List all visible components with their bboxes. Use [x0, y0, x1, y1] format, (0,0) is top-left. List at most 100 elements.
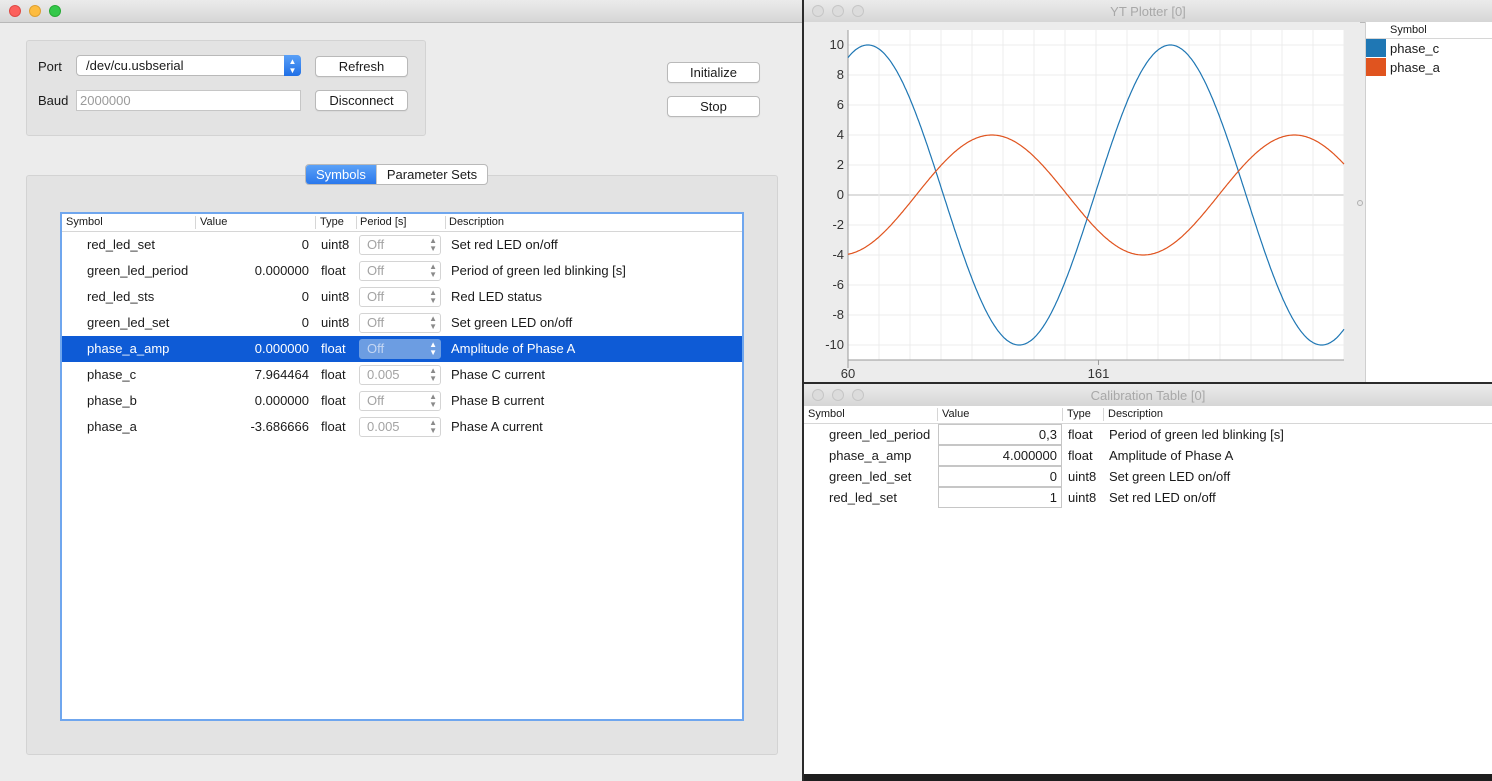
splitter-handle[interactable]	[1357, 200, 1363, 206]
line-chart: 10 8 6 4 2 0 -2 -4 -6 -8 -10 60 161	[825, 30, 1345, 381]
value-input[interactable]: 1	[938, 487, 1062, 508]
period-value: Off	[367, 237, 385, 252]
tab-bar: Symbols Parameter Sets	[305, 164, 489, 185]
port-select-value: /dev/cu.usbserial	[86, 58, 184, 73]
symbol-cell: phase_a_amp	[87, 341, 170, 356]
symbol-cell: red_led_sts	[87, 289, 155, 304]
period-value: Off	[367, 263, 385, 278]
x-tick-label: 161	[1088, 366, 1110, 381]
table-row[interactable]: red_led_sts 0 uint8 Off ▲ ▼ Red LED status	[62, 284, 742, 310]
port-select[interactable]: /dev/cu.usbserial ▲ ▼	[76, 55, 301, 76]
stepper-arrows-icon[interactable]: ▲ ▼	[429, 237, 437, 253]
calibration-row[interactable]: green_led_set 0 uint8 Set green LED on/off	[804, 466, 1492, 487]
column-header-type[interactable]: Type	[1067, 408, 1091, 420]
description-cell: Phase A current	[451, 419, 543, 434]
tab-symbols[interactable]: Symbols	[306, 165, 377, 184]
stepper-arrows-icon[interactable]: ▲ ▼	[429, 263, 437, 279]
close-button[interactable]	[9, 5, 21, 17]
column-separator	[445, 216, 446, 229]
symbols-table[interactable]: Symbol Value Type Period [s] Description…	[60, 212, 744, 721]
value-cell: 0.000000	[254, 393, 309, 408]
legend-item-phase-c[interactable]: phase_c	[1366, 39, 1492, 57]
value-input[interactable]: 4.000000	[938, 445, 1062, 466]
type-cell: float	[321, 419, 346, 434]
disconnect-button[interactable]: Disconnect	[315, 90, 408, 111]
plot-area[interactable]: 10 8 6 4 2 0 -2 -4 -6 -8 -10 60 161	[804, 22, 1360, 382]
column-separator	[356, 216, 357, 229]
period-spinbox[interactable]: Off ▲ ▼	[359, 391, 441, 411]
symbol-cell: phase_b	[87, 393, 137, 408]
column-header-value[interactable]: Value	[942, 408, 969, 420]
column-header-value[interactable]: Value	[200, 216, 227, 228]
period-spinbox[interactable]: Off ▲ ▼	[359, 313, 441, 333]
column-separator	[937, 408, 938, 421]
column-separator	[1103, 408, 1104, 421]
period-spinbox[interactable]: Off ▲ ▼	[359, 287, 441, 307]
period-value: Off	[367, 289, 385, 304]
column-header-description[interactable]: Description	[449, 216, 504, 228]
zoom-button[interactable]	[49, 5, 61, 17]
initialize-button[interactable]: Initialize	[667, 62, 760, 83]
value-input[interactable]: 0,3	[938, 424, 1062, 445]
calibration-title: Calibration Table [0]	[1090, 388, 1206, 403]
period-value: 0.005	[367, 419, 400, 434]
symbol-cell: red_led_set	[87, 237, 155, 252]
period-spinbox[interactable]: Off ▲ ▼	[359, 261, 441, 281]
table-row[interactable]: phase_c 7.964464 float 0.005 ▲ ▼ Phase C curre…	[62, 362, 742, 388]
period-value: 0.005	[367, 367, 400, 382]
period-spinbox[interactable]: 0.005 ▲ ▼	[359, 417, 441, 437]
description-cell: Amplitude of Phase A	[451, 341, 576, 356]
period-spinbox[interactable]: Off ▲ ▼	[359, 235, 441, 255]
table-row[interactable]: phase_a -3.686666 float 0.005 ▲ ▼ Phase A curr…	[62, 414, 742, 440]
column-header-symbol[interactable]: Symbol	[808, 408, 845, 420]
calibration-titlebar: Calibration Table [0]	[804, 384, 1492, 407]
stepper-arrows-icon[interactable]: ▲ ▼	[429, 419, 437, 435]
stop-button[interactable]: Stop	[667, 96, 760, 117]
stepper-arrows-icon[interactable]: ▲ ▼	[429, 315, 437, 331]
type-cell: uint8	[321, 315, 350, 330]
main-titlebar	[0, 0, 802, 23]
stepper-arrows-icon[interactable]: ▲ ▼	[429, 393, 437, 409]
tab-parameter-sets[interactable]: Parameter Sets	[377, 165, 487, 184]
table-row[interactable]: green_led_period 0.000000 float Off ▲ ▼ Period…	[62, 258, 742, 284]
value-cell: 0.000000	[254, 341, 309, 356]
plotter-titlebar: YT Plotter [0]	[804, 0, 1492, 23]
stepper-arrows-icon[interactable]: ▲ ▼	[429, 341, 437, 357]
symbol-cell: green_led_period	[829, 427, 931, 442]
column-separator	[1062, 408, 1063, 421]
calibration-row[interactable]: red_led_set 1 uint8 Set red LED on/off	[804, 487, 1492, 508]
minimize-button[interactable]	[29, 5, 41, 17]
period-spinbox[interactable]: Off ▲ ▼	[359, 339, 441, 359]
type-cell: uint8	[1068, 469, 1097, 484]
type-cell: uint8	[321, 289, 350, 304]
calibration-row[interactable]: phase_a_amp 4.000000 float Amplitude of Pha…	[804, 445, 1492, 466]
calibration-row[interactable]: green_led_period 0,3 float Period of green …	[804, 424, 1492, 445]
refresh-button[interactable]: Refresh	[315, 56, 408, 77]
calibration-table[interactable]: Symbol Value Type Description green_led_…	[804, 406, 1492, 781]
legend-label: phase_a	[1390, 60, 1440, 75]
table-row[interactable]: phase_a_amp 0.000000 float Off ▲ ▼ Amplitude o…	[62, 336, 742, 362]
stepper-arrows-icon[interactable]: ▲ ▼	[429, 367, 437, 383]
legend-swatch	[1366, 39, 1386, 57]
baud-input[interactable]: 2000000	[76, 90, 301, 111]
stepper-arrows-icon[interactable]: ▲ ▼	[429, 289, 437, 305]
legend-item-phase-a[interactable]: phase_a	[1366, 58, 1492, 76]
symbol-cell: phase_a	[87, 419, 137, 434]
column-header-type[interactable]: Type	[320, 216, 344, 228]
y-tick-label: -6	[832, 277, 844, 292]
legend-panel: Symbol phase_c phase_a	[1365, 22, 1492, 382]
description-cell: Set green LED on/off	[1109, 469, 1231, 484]
description-cell: Red LED status	[451, 289, 543, 304]
column-header-symbol[interactable]: Symbol	[66, 216, 103, 228]
table-row[interactable]: green_led_set 0 uint8 Off ▲ ▼ Set green LED on…	[62, 310, 742, 336]
column-header-description[interactable]: Description	[1108, 408, 1163, 420]
value-input-text: 1	[1049, 490, 1057, 505]
background-terminal-strip	[804, 774, 1492, 781]
period-value: Off	[367, 315, 385, 330]
period-spinbox[interactable]: 0.005 ▲ ▼	[359, 365, 441, 385]
value-input-text: 0,3	[1038, 427, 1057, 442]
table-row[interactable]: red_led_set 0 uint8 Off ▲ ▼ Set red LED on/off	[62, 232, 742, 258]
column-header-period[interactable]: Period [s]	[360, 216, 406, 228]
value-input[interactable]: 0	[938, 466, 1062, 487]
table-row[interactable]: phase_b 0.000000 float Off ▲ ▼ Phase B current	[62, 388, 742, 414]
